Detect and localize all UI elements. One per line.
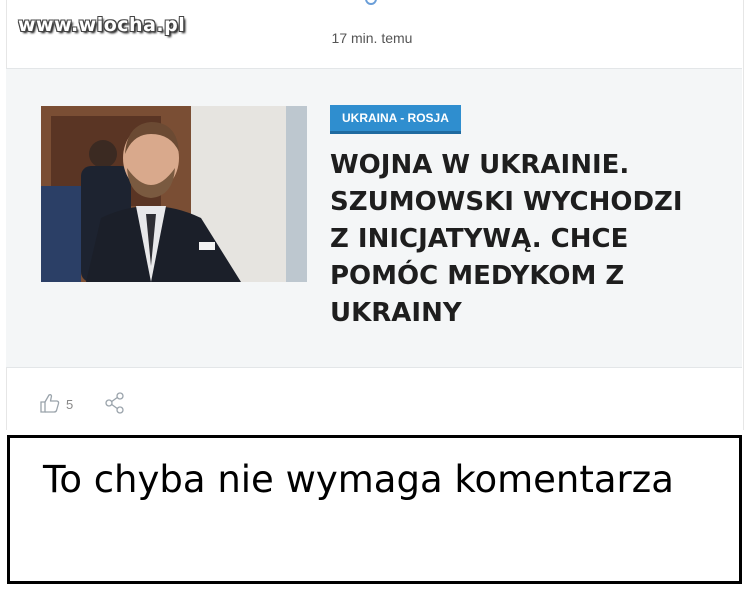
likes-count: 5 (66, 397, 74, 412)
article-preview[interactable]: UKRAINA - ROSJA WOJNA W UKRAINIE. SZUMOW… (6, 68, 742, 368)
category-badge[interactable]: UKRAINA - ROSJA (330, 105, 461, 134)
article-photo[interactable] (41, 106, 307, 282)
post-actions: 5 (6, 370, 742, 432)
post-time: 17 min. temu (331, 30, 413, 46)
caption-box: To chyba nie wymaga komentarza (7, 435, 742, 584)
caption-text: To chyba nie wymaga komentarza (43, 458, 674, 501)
share-icon[interactable] (104, 392, 126, 414)
article-headline[interactable]: WOJNA W UKRAINIE. SZUMOWSKI WYCHODZI Z I… (330, 147, 710, 332)
thumbs-up-icon[interactable] (39, 392, 61, 414)
